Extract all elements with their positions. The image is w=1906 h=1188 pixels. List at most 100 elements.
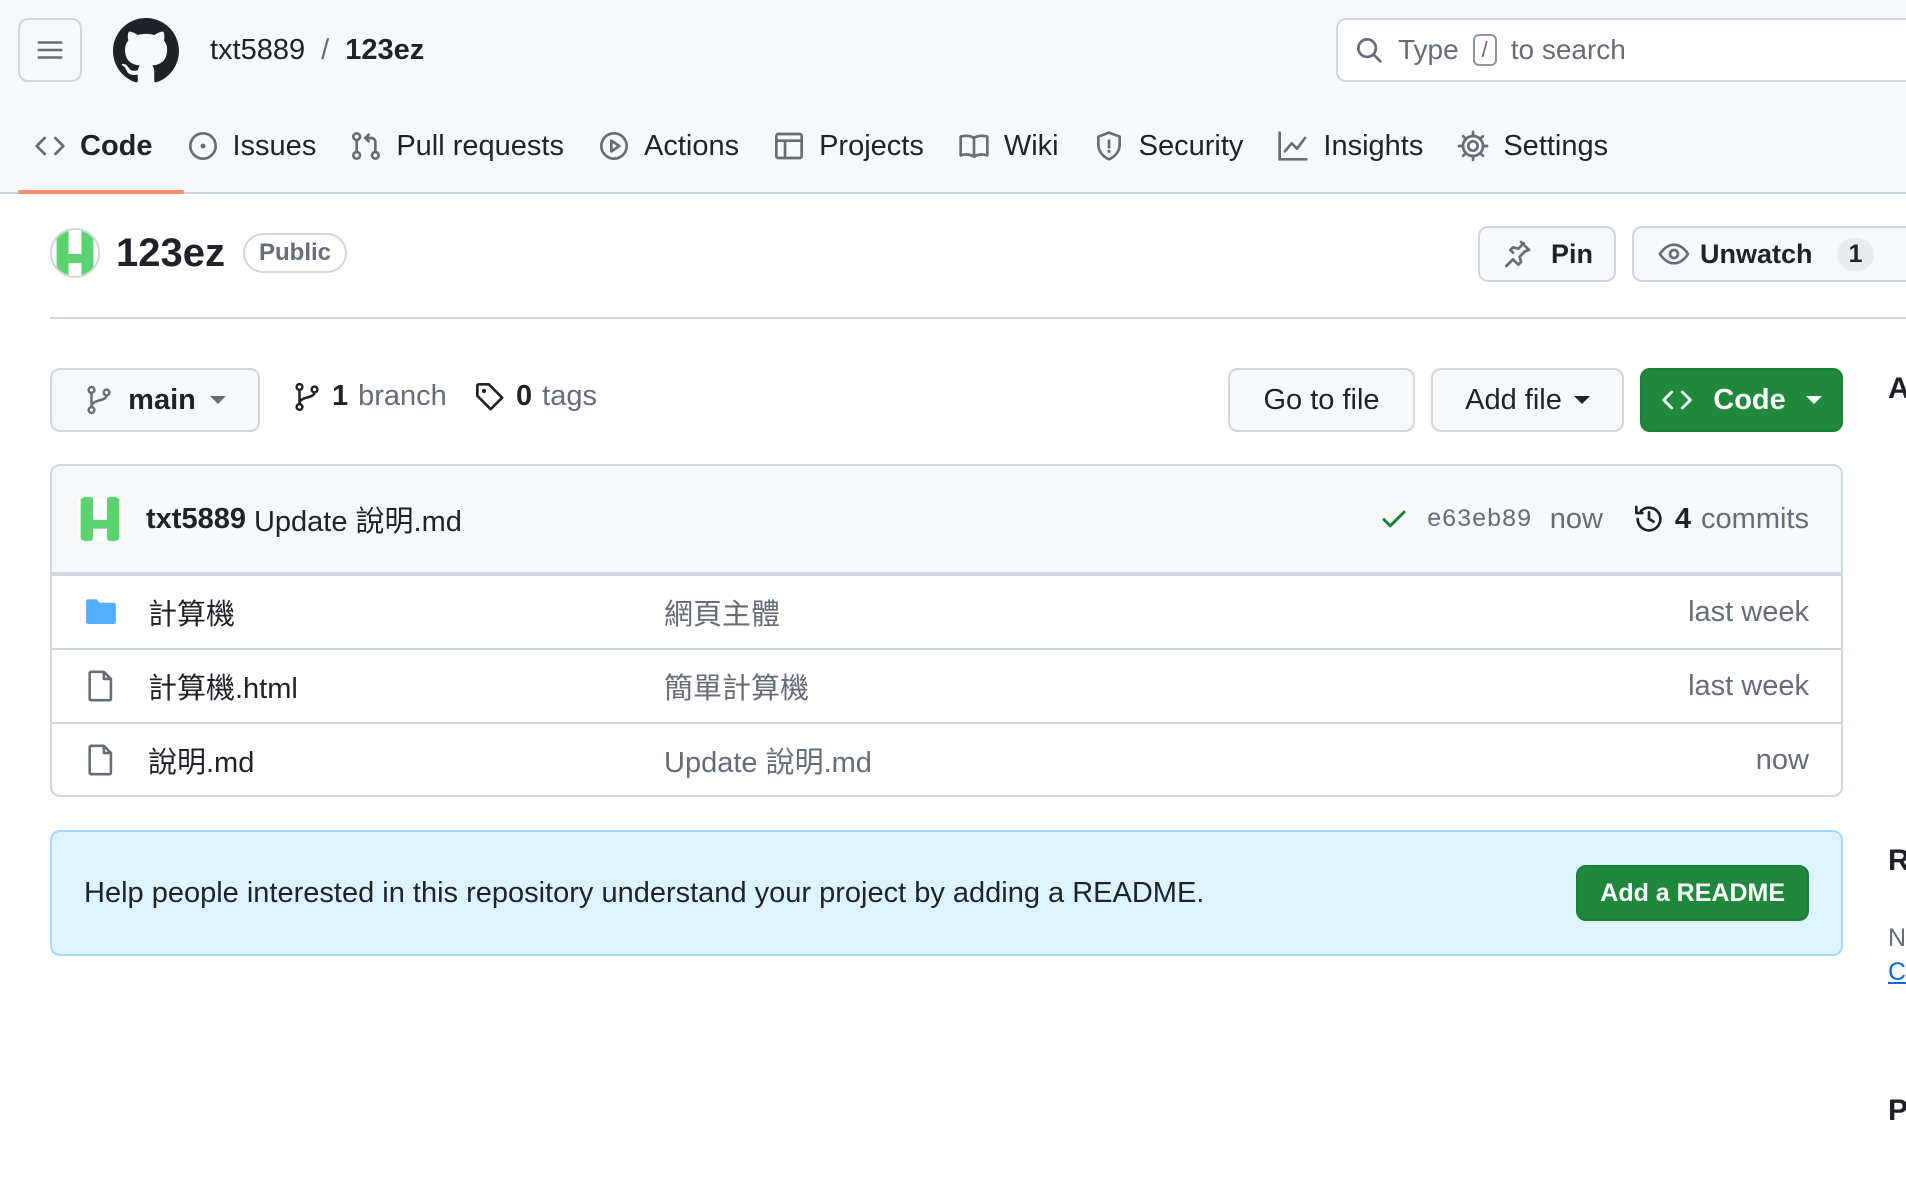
tab-label: Projects bbox=[819, 129, 924, 162]
tab-label: Actions bbox=[643, 129, 740, 162]
add-file-label: Add file bbox=[1465, 383, 1562, 416]
search-shortcut-key: / bbox=[1472, 34, 1497, 66]
breadcrumb-owner[interactable]: txt5889 bbox=[210, 30, 305, 70]
tag-icon bbox=[476, 382, 504, 410]
commit-sha[interactable]: e63eb89 bbox=[1427, 505, 1532, 534]
tab-projects[interactable]: Projects bbox=[756, 122, 941, 170]
tab-label: Insights bbox=[1323, 129, 1424, 162]
search-prefix: Type bbox=[1398, 34, 1459, 65]
chevron-down-icon bbox=[209, 396, 226, 404]
latest-commit-row: txt5889 Update 說明.md e63eb89 now 4 commi… bbox=[52, 466, 1841, 574]
file-row[interactable]: 計算機 網頁主體 last week bbox=[52, 574, 1841, 648]
file-commit-message[interactable]: Update 說明.md bbox=[664, 739, 872, 781]
packages-heading: P bbox=[1888, 1094, 1906, 1127]
add-file-button[interactable]: Add file bbox=[1431, 368, 1624, 432]
github-logo-icon[interactable] bbox=[113, 18, 179, 84]
tag-count: 0 bbox=[516, 380, 533, 412]
pin-label: Pin bbox=[1550, 238, 1593, 269]
table-icon bbox=[775, 132, 804, 160]
play-icon bbox=[599, 132, 628, 160]
branch-icon bbox=[87, 385, 111, 415]
branch-count: 1 bbox=[332, 380, 349, 412]
file-time: last week bbox=[1688, 669, 1809, 702]
tab-label: Code bbox=[80, 129, 153, 162]
code-icon bbox=[35, 136, 65, 156]
commit-author[interactable]: txt5889 bbox=[146, 503, 246, 536]
file-name[interactable]: 計算機.html bbox=[148, 665, 298, 707]
check-icon[interactable] bbox=[1379, 504, 1409, 534]
code-icon bbox=[1662, 390, 1693, 410]
shield-icon bbox=[1096, 131, 1121, 161]
breadcrumb-repo[interactable]: 123ez bbox=[345, 30, 424, 70]
repo-header-bar: txt5889 / 123ez Type / to search Code Is… bbox=[0, 0, 1906, 194]
tab-code[interactable]: Code bbox=[18, 122, 183, 194]
tab-label: Issues bbox=[232, 129, 317, 162]
unwatch-label: Unwatch bbox=[1700, 238, 1813, 269]
tags-link[interactable]: 0 tags bbox=[474, 380, 597, 413]
file-time: now bbox=[1755, 743, 1809, 776]
commit-word: commits bbox=[1701, 502, 1809, 535]
tab-label: Settings bbox=[1503, 129, 1609, 162]
unwatch-button[interactable]: Unwatch 1 bbox=[1632, 226, 1906, 282]
tab-pull-requests[interactable]: Pull requests bbox=[333, 122, 581, 170]
commits-history-link[interactable]: 4 commits bbox=[1633, 503, 1809, 536]
tab-label: Pull requests bbox=[396, 129, 564, 162]
identicon-icon bbox=[78, 497, 122, 541]
folder-icon bbox=[86, 599, 116, 625]
file-name[interactable]: 計算機 bbox=[148, 591, 235, 633]
tag-word: tags bbox=[542, 380, 597, 412]
tab-actions[interactable]: Actions bbox=[581, 122, 756, 170]
releases-heading: R bbox=[1888, 844, 1906, 877]
avatar[interactable] bbox=[78, 497, 122, 541]
graph-icon bbox=[1278, 131, 1309, 161]
readme-prompt-text: Help people interested in this repositor… bbox=[84, 876, 1205, 909]
tab-security[interactable]: Security bbox=[1076, 122, 1261, 170]
pull-request-icon bbox=[352, 132, 381, 160]
commit-time: now bbox=[1549, 502, 1603, 535]
about-sidebar: A R N C P bbox=[1888, 0, 1906, 1188]
commit-message[interactable]: Update 說明.md bbox=[254, 498, 462, 540]
file-name[interactable]: 說明.md bbox=[148, 739, 254, 781]
file-icon bbox=[88, 670, 113, 702]
watch-count: 1 bbox=[1836, 237, 1875, 271]
tab-wiki[interactable]: Wiki bbox=[941, 122, 1076, 170]
file-commit-message[interactable]: 簡單計算機 bbox=[664, 665, 809, 707]
code-dropdown-button[interactable]: Code bbox=[1640, 368, 1843, 432]
tab-insights[interactable]: Insights bbox=[1260, 122, 1440, 170]
file-row[interactable]: 說明.md Update 說明.md now bbox=[52, 722, 1841, 795]
commit-meta: e63eb89 now 4 commits bbox=[1379, 503, 1809, 536]
gear-icon bbox=[1458, 130, 1489, 162]
file-commit-message[interactable]: 網頁主體 bbox=[664, 591, 780, 633]
search-input[interactable]: Type / to search bbox=[1336, 18, 1906, 82]
book-icon bbox=[959, 134, 989, 158]
file-icon bbox=[88, 744, 113, 776]
add-readme-button[interactable]: Add a README bbox=[1576, 865, 1809, 921]
breadcrumb: txt5889 / 123ez bbox=[210, 30, 424, 70]
file-time: last week bbox=[1688, 595, 1809, 628]
tab-settings[interactable]: Settings bbox=[1440, 122, 1625, 170]
chevron-down-icon bbox=[1573, 396, 1590, 404]
visibility-badge: Public bbox=[242, 233, 347, 273]
issue-icon bbox=[188, 132, 217, 160]
releases-link[interactable]: C bbox=[1888, 958, 1906, 987]
commit-count: 4 bbox=[1674, 502, 1692, 535]
history-icon bbox=[1634, 505, 1662, 532]
breadcrumb-separator: / bbox=[321, 34, 330, 66]
branch-selector[interactable]: main bbox=[50, 368, 260, 432]
header-divider bbox=[50, 317, 1906, 319]
pin-button[interactable]: Pin bbox=[1478, 226, 1616, 282]
search-suffix: to search bbox=[1510, 34, 1626, 65]
owner-avatar[interactable] bbox=[50, 228, 100, 278]
file-row[interactable]: 計算機.html 簡單計算機 last week bbox=[52, 648, 1841, 722]
branch-icon bbox=[295, 382, 319, 411]
repo-name[interactable]: 123ez bbox=[116, 231, 225, 276]
menu-button[interactable] bbox=[18, 18, 82, 82]
go-to-file-button[interactable]: Go to file bbox=[1228, 368, 1415, 432]
tab-issues[interactable]: Issues bbox=[170, 122, 334, 170]
branch-name: main bbox=[128, 383, 196, 416]
branches-link[interactable]: 1 branch bbox=[292, 380, 447, 413]
file-browser: txt5889 Update 說明.md e63eb89 now 4 commi… bbox=[50, 464, 1843, 797]
pin-icon bbox=[1504, 240, 1531, 268]
tab-label: Security bbox=[1138, 129, 1244, 162]
code-label: Code bbox=[1713, 383, 1786, 416]
